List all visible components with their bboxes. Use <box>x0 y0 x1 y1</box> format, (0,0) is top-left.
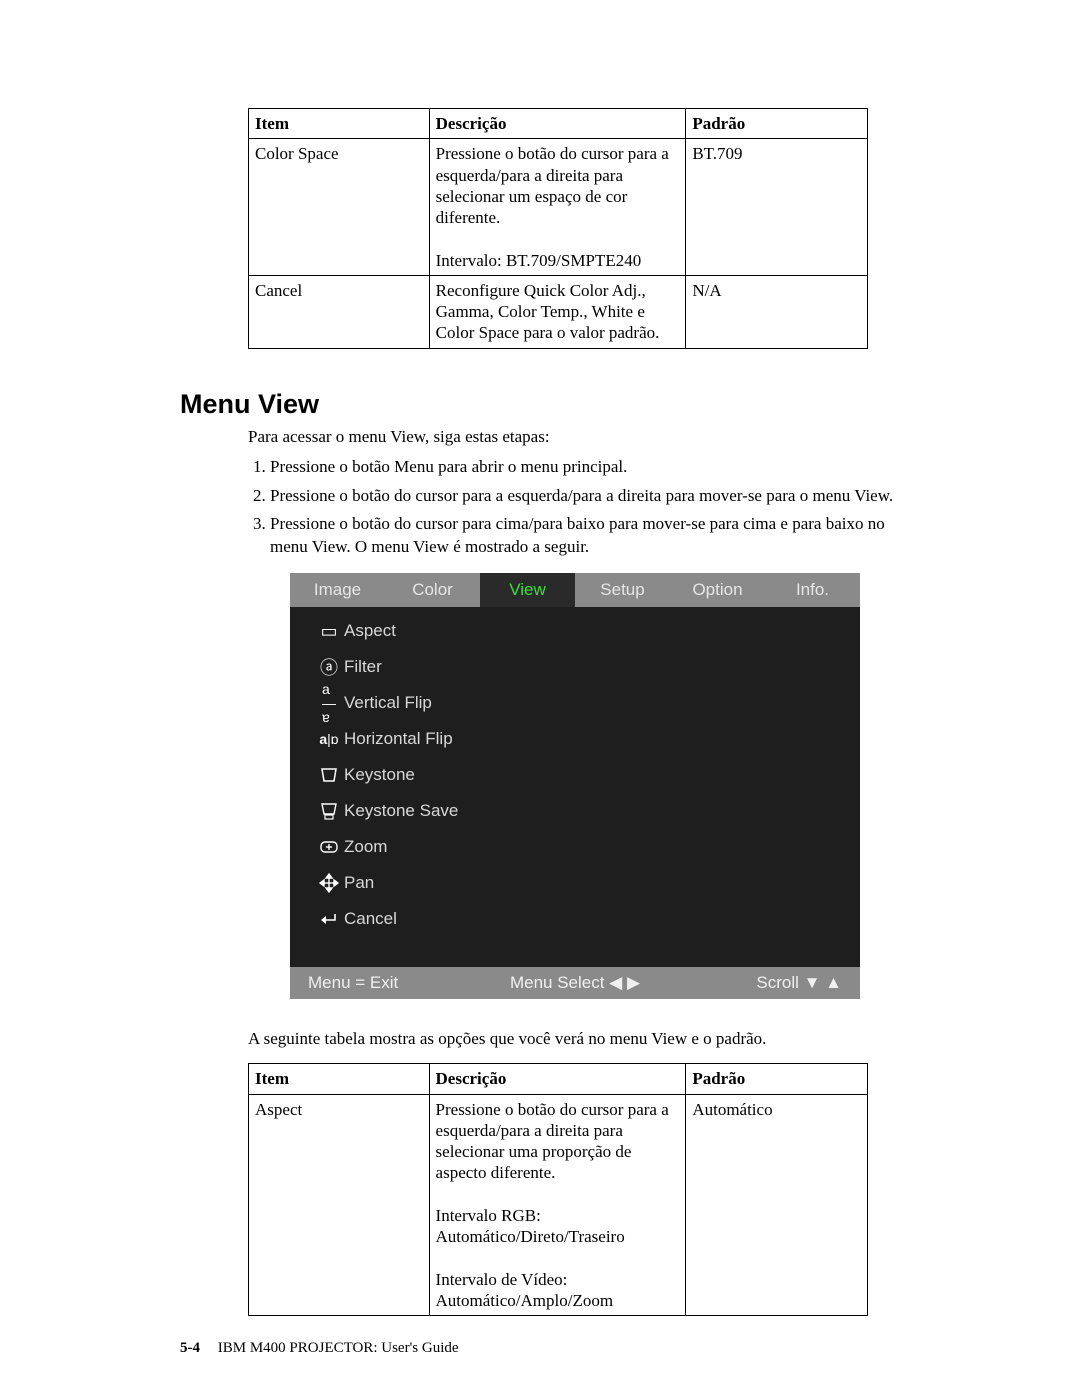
osd-footer-center: Menu Select ◀ ▶ <box>486 973 664 993</box>
cell-item: Aspect <box>249 1094 430 1316</box>
th-def: Padrão <box>686 1064 868 1094</box>
th-item: Item <box>249 1064 430 1094</box>
osd-item-label: Aspect <box>344 621 396 641</box>
filter-icon: ⓐ <box>314 654 344 680</box>
osd-tab-info[interactable]: Info. <box>765 573 860 607</box>
table-header-row: Item Descrição Padrão <box>249 109 868 139</box>
cell-def: Automático <box>686 1094 868 1316</box>
osd-item-vertical-flip[interactable]: a—ɐ Vertical Flip <box>290 685 860 721</box>
aspect-icon: ▭ <box>314 621 344 642</box>
zoom-icon <box>314 839 344 855</box>
steps-list: Pressione o botão Menu para abrir o menu… <box>248 456 900 560</box>
table-row: Cancel Reconfigure Quick Color Adj., Gam… <box>249 275 868 348</box>
section-heading: Menu View <box>180 389 900 420</box>
osd-item-label: Keystone Save <box>344 801 458 821</box>
cell-def: BT.709 <box>686 139 868 276</box>
list-item: Pressione o botão do cursor para a esque… <box>270 485 900 508</box>
th-desc: Descrição <box>429 1064 686 1094</box>
table-header-row: Item Descrição Padrão <box>249 1064 868 1094</box>
return-icon <box>314 911 344 927</box>
osd-menu-screenshot: Image Color View Setup Option Info. ▭ As… <box>290 573 860 999</box>
osd-item-filter[interactable]: ⓐ Filter <box>290 649 860 685</box>
cell-def: N/A <box>686 275 868 348</box>
osd-item-pan[interactable]: Pan <box>290 865 860 901</box>
page-number: 5-4 <box>180 1340 200 1356</box>
th-item: Item <box>249 109 430 139</box>
th-desc: Descrição <box>429 109 686 139</box>
osd-tab-setup[interactable]: Setup <box>575 573 670 607</box>
osd-item-label: Filter <box>344 657 382 677</box>
osd-item-label: Keystone <box>344 765 415 785</box>
osd-tab-image[interactable]: Image <box>290 573 385 607</box>
cell-desc: Pressione o botão do cursor para a esque… <box>429 1094 686 1316</box>
osd-item-horizontal-flip[interactable]: a|ɒ Horizontal Flip <box>290 721 860 757</box>
page-footer: 5-4 IBM M400 PROJECTOR: User's Guide <box>180 1340 459 1357</box>
table-row: Color Space Pressione o botão do cursor … <box>249 139 868 276</box>
cell-item: Color Space <box>249 139 430 276</box>
below-paragraph: A seguinte tabela mostra as opções que v… <box>248 1029 900 1049</box>
osd-item-label: Cancel <box>344 909 397 929</box>
osd-item-label: Zoom <box>344 837 387 857</box>
keystone-save-icon <box>314 802 344 820</box>
osd-tab-option[interactable]: Option <box>670 573 765 607</box>
cell-desc: Pressione o botão do cursor para a esque… <box>429 139 686 276</box>
osd-tab-color[interactable]: Color <box>385 573 480 607</box>
keystone-icon <box>314 767 344 783</box>
osd-item-zoom[interactable]: Zoom <box>290 829 860 865</box>
osd-item-cancel[interactable]: Cancel <box>290 901 860 937</box>
page: Item Descrição Padrão Color Space Pressi… <box>0 0 1080 1397</box>
page-footer-text: IBM M400 PROJECTOR: User's Guide <box>218 1340 459 1356</box>
osd-item-label: Vertical Flip <box>344 693 432 713</box>
osd-item-keystone[interactable]: Keystone <box>290 757 860 793</box>
table-row: Aspect Pressione o botão do cursor para … <box>249 1094 868 1316</box>
osd-footer-right: Scroll ▼ ▲ <box>664 973 842 993</box>
cell-desc: Reconfigure Quick Color Adj., Gamma, Col… <box>429 275 686 348</box>
osd-item-aspect[interactable]: ▭ Aspect <box>290 613 860 649</box>
osd-footer-left: Menu = Exit <box>308 973 486 993</box>
list-item: Pressione o botão Menu para abrir o menu… <box>270 456 900 479</box>
osd-item-keystone-save[interactable]: Keystone Save <box>290 793 860 829</box>
osd-item-label: Horizontal Flip <box>344 729 453 749</box>
list-item: Pressione o botão do cursor para cima/pa… <box>270 513 900 559</box>
horizontal-flip-icon: a|ɒ <box>314 731 344 747</box>
th-def: Padrão <box>686 109 868 139</box>
osd-tab-view[interactable]: View <box>480 573 575 607</box>
top-option-table: Item Descrição Padrão Color Space Pressi… <box>248 108 868 349</box>
cell-item: Cancel <box>249 275 430 348</box>
osd-footer: Menu = Exit Menu Select ◀ ▶ Scroll ▼ ▲ <box>290 967 860 999</box>
intro-paragraph: Para acessar o menu View, siga estas eta… <box>248 426 900 448</box>
osd-body: ▭ Aspect ⓐ Filter a—ɐ Vertical Flip a|ɒ … <box>290 607 860 967</box>
vertical-flip-icon: a—ɐ <box>314 682 344 724</box>
osd-tabs: Image Color View Setup Option Info. <box>290 573 860 607</box>
bottom-option-table: Item Descrição Padrão Aspect Pressione o… <box>248 1063 868 1316</box>
pan-icon <box>314 873 344 893</box>
osd-item-label: Pan <box>344 873 374 893</box>
